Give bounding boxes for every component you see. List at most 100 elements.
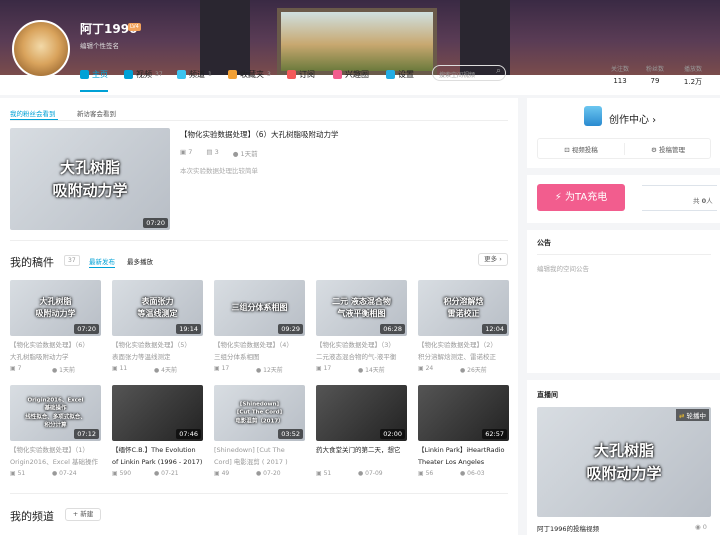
video-thumbnail[interactable]: 07:46 (112, 385, 203, 441)
upload-count: 37 (64, 255, 80, 266)
featured-video-desc: 本次实验数据处理比较简单 (180, 167, 258, 175)
tab-icon (287, 70, 296, 79)
play-icon: ▣ (10, 365, 18, 372)
video-time: ● 07-20 (256, 470, 281, 477)
video-time: ● 1天前 (52, 367, 75, 374)
new-channel-button[interactable]: + 新建 (65, 508, 101, 521)
manage-uploads-button[interactable]: ⚙ 投稿管理 (625, 144, 711, 154)
duration: 12:04 (482, 324, 507, 334)
video-title[interactable]: [Shinedown] [Cut The Cord] 电影混剪 ( 2017 ) (214, 444, 308, 468)
video-title[interactable]: 【物化实验数据处理】（6） 大孔树脂吸附动力学 (10, 339, 104, 363)
thumbnail-caption: 三组分体系相图 (231, 303, 288, 312)
play-icon: ▣ (418, 365, 426, 372)
tab-settings[interactable]: 设置 (386, 69, 414, 80)
creator-center-link[interactable]: 创作中心 › (609, 111, 656, 126)
tab-most-played[interactable]: 最多播放 (127, 256, 153, 266)
charge-button[interactable]: ⚡ 为TA充电 (537, 184, 625, 211)
duration: 19:14 (176, 324, 201, 334)
tab-home[interactable]: 主页 (80, 69, 108, 80)
live-thumbnail[interactable]: 大孔树脂 吸附动力学 ⇄ 轮播中 (537, 407, 711, 517)
duration: 09:29 (278, 324, 303, 334)
upload-icon: ⊡ (564, 146, 572, 154)
manage-icon: ⚙ (651, 146, 659, 154)
video-thumbnail[interactable]: 表面张力 等温线测定 19:14 (112, 280, 203, 336)
tab-visitors[interactable]: 新访客会看到 (77, 108, 116, 118)
active-tab-indicator (80, 90, 108, 92)
video-title[interactable]: 【Linkin Park】iHeartRadio Theater Los Ange… (418, 444, 512, 468)
video-title[interactable]: 【物化实验数据处理】（2） 积分溶解焓测定、雷诺校正 (418, 339, 512, 363)
thumbnail-caption: 大孔树脂 吸附动力学 (586, 441, 662, 483)
tab-latest[interactable]: 最新发布 (89, 256, 115, 268)
play-icon: ▣ (10, 470, 18, 477)
creator-actions: ⊡ 视频投稿 ⚙ 投稿管理 (537, 138, 711, 159)
video-title[interactable]: 药大食堂关门的第二天，想它 (316, 444, 410, 456)
video-thumbnail[interactable]: 二元 液态混合物 气液平衡相图 06:28 (316, 280, 407, 336)
section-title: 我的频道 (10, 510, 54, 523)
banner-decoration (277, 8, 437, 75)
play-icon: ▣ (180, 148, 189, 156)
video-title[interactable]: 【物化实验数据处理】（1） Origin2016、Excel 基础操作 (10, 444, 104, 468)
video-thumbnail[interactable]: 积分溶解焓 雷诺校正 12:04 (418, 280, 509, 336)
stat-0[interactable]: 关注数 113 (605, 64, 635, 85)
video-thumbnail[interactable]: Origin2016、Excel 基础操作 线性拟合、多项式拟合、 积分计算 07:1… (10, 385, 101, 441)
charge-count: 共 0人 (693, 197, 713, 205)
divider (537, 254, 711, 255)
video-thumbnail[interactable]: [Shinedown] [Cut The Cord] 电影混剪（2017） 03:5… (214, 385, 305, 441)
search-input[interactable]: 搜索空间视频 (432, 65, 506, 81)
signature-input[interactable]: 编辑个性签名 (80, 40, 119, 50)
video-thumbnail[interactable]: 02:00 (316, 385, 407, 441)
tab-icon (80, 70, 89, 79)
duration: 02:00 (380, 429, 405, 439)
duration: 62:57 (482, 429, 507, 439)
creator-center-card: 创作中心 › ⊡ 视频投稿 ⚙ 投稿管理 (527, 98, 720, 168)
tab-interest[interactable]: 兴趣圈 (333, 69, 369, 80)
video-time: ● 07-24 (52, 470, 77, 477)
notice-input[interactable]: 编辑我的空间公告 (537, 263, 589, 273)
avatar[interactable] (12, 20, 70, 78)
video-time: ● 07-09 (358, 470, 383, 477)
video-title[interactable]: 【缅怀C.B.】The Evolution of Linkin Park (199… (112, 444, 206, 468)
upload-video-button[interactable]: ⊡ 视频投稿 (538, 144, 624, 154)
tab-icon (333, 70, 342, 79)
live-caption[interactable]: 阿丁1996的投稿视频 (537, 523, 599, 533)
featured-video-title[interactable]: 【物化实验数据处理】（6）大孔树脂吸附动力学 (180, 129, 339, 140)
tab-videos[interactable]: 视频 37 (124, 69, 163, 80)
thumbnail-caption: 大孔树脂 吸附动力学 (52, 158, 128, 200)
video-plays: ▣ 51 (316, 470, 332, 477)
tab-icon (124, 70, 133, 79)
video-plays: ▣ 17 (214, 365, 230, 372)
video-title[interactable]: 【物化实验数据处理】（3） 二元液态混合物的气-液平衡 (316, 339, 410, 363)
search-icon[interactable]: ⌕ (496, 66, 501, 76)
duration: 03:52 (278, 429, 303, 439)
play-icon: ▣ (214, 470, 222, 477)
live-title: 直播间 (537, 391, 558, 399)
video-title[interactable]: 【物化实验数据处理】（4） 三组分体系相图 (214, 339, 308, 363)
video-time: ● 26天前 (460, 367, 487, 374)
video-time: ● 06-03 (460, 470, 485, 477)
play-icon: ▣ (214, 365, 222, 372)
duration: 07:46 (176, 429, 201, 439)
notice-card: 公告 编辑我的空间公告 (527, 230, 720, 373)
more-button[interactable]: 更多 › (478, 253, 508, 266)
tab-icon (177, 70, 186, 79)
tab-icon (228, 70, 237, 79)
video-title[interactable]: 【物化实验数据处理】（5） 表面张力等温线测定 (112, 339, 206, 363)
eye-icon: ◉ (695, 523, 703, 531)
tab-favorites[interactable]: 收藏夹 3 (228, 69, 271, 80)
divider (10, 120, 508, 121)
video-time: ● 4天前 (154, 367, 177, 374)
video-thumbnail[interactable]: 大孔树脂 吸附动力学 07:20 (10, 280, 101, 336)
stat-1[interactable]: 粉丝数 79 (640, 64, 670, 85)
tab-subscriptions[interactable]: 订阅 (287, 69, 315, 80)
duration: 07:20 (74, 324, 99, 334)
play-icon: ▣ (316, 365, 324, 372)
video-plays: ▣ 49 (214, 470, 230, 477)
stat-2[interactable]: 播放数 1.2万 (678, 64, 708, 87)
video-thumbnail[interactable]: 62:57 (418, 385, 509, 441)
mascot-icon (584, 106, 602, 126)
video-plays: ▣ 56 (418, 470, 434, 477)
featured-video-thumbnail[interactable]: 大孔树脂 吸附动力学 07:20 (10, 128, 170, 230)
tab-fans[interactable]: 我的粉丝会看到 (10, 108, 56, 118)
video-thumbnail[interactable]: 三组分体系相图 09:29 (214, 280, 305, 336)
tab-channels[interactable]: 频道 1 (177, 69, 212, 80)
